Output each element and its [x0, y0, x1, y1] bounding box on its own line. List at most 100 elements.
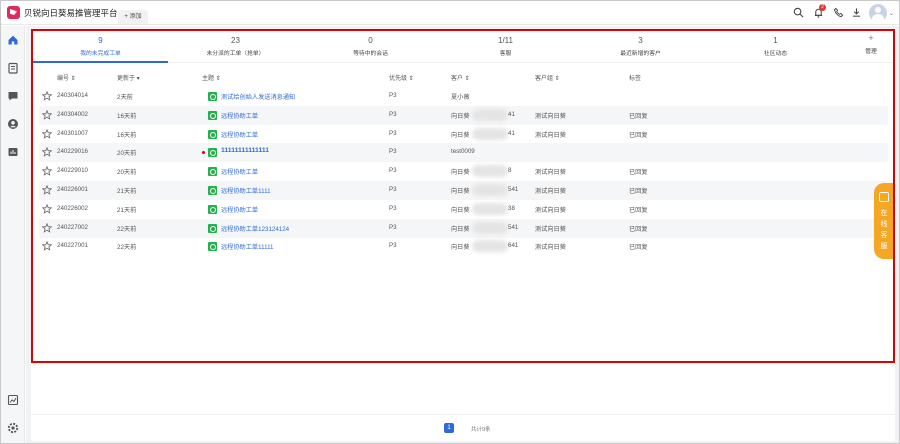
search-icon[interactable] — [793, 7, 804, 18]
table-row[interactable]: 240226002 21天前 远程协助工单 P3 向日葵 38 测试向日葵 已回复 — [39, 200, 888, 219]
column-header-subject[interactable]: 主题 ⇕ — [202, 73, 221, 82]
customer-name[interactable]: 向日葵 — [451, 242, 470, 251]
table-row[interactable]: 240227002 22天前 远程协助工单123124124 P3 向日葵 541 测试向日… — [39, 218, 888, 238]
ticket-tag: 已回复 — [629, 188, 648, 195]
chat-icon[interactable] — [7, 90, 19, 102]
table-row[interactable]: 240226001 21天前 远程协助工单1111 P3 向日葵 541 测试向日葵 已回复 — [39, 181, 888, 200]
ticket-subject-link[interactable]: 远程协助工单123124124 — [221, 224, 289, 233]
ticket-tag: 已回复 — [629, 131, 648, 139]
tab-recent-customers[interactable]: 3 最近新增的客户 — [573, 31, 708, 63]
column-header-priority[interactable]: 优先级 ⇕ — [389, 73, 414, 82]
masked-customer-name — [472, 165, 508, 178]
star-icon[interactable] — [41, 109, 53, 120]
ticket-tag: 已回复 — [629, 112, 648, 120]
masked-customer-name — [472, 108, 508, 121]
tab-label: 最近新增的客户 — [620, 51, 661, 57]
ticket-type-icon — [208, 92, 217, 101]
updated-time: 16天前 — [117, 112, 137, 120]
table-row[interactable]: 240304014 2天前 测试给创始人发送消息通知 P3 夏小薇 — [39, 87, 888, 106]
ticket-subject-link[interactable]: 测试给创始人发送消息通知 — [221, 92, 295, 101]
customer-group: 测试向日葵 — [535, 112, 566, 120]
ticket-type-icon — [208, 223, 217, 233]
tab-agents[interactable]: 1/11 客服 — [438, 31, 573, 63]
customer-name-tail: 641 — [508, 242, 519, 250]
star-icon[interactable] — [41, 90, 53, 101]
ticket-subject-link[interactable]: 远程协助工单 — [221, 167, 258, 176]
ticket-id: 240227002 — [57, 223, 88, 231]
tab-my-unfinished-tickets[interactable]: 9 我的未完成工单 — [33, 31, 168, 63]
updated-time: 20天前 — [117, 150, 137, 158]
tab-community-news[interactable]: 1 社区动态 — [708, 31, 843, 63]
summary-tabs: 9 我的未完成工单 23 未分派的工单（抢单） 0 等待中的会话 1/11 客服 3 最近… — [33, 31, 893, 63]
home-icon[interactable] — [7, 34, 19, 46]
customer-icon[interactable] — [7, 118, 19, 130]
priority: P3 — [389, 92, 397, 99]
page-1-button[interactable]: 1 — [444, 423, 454, 433]
tab-count: 1 — [773, 36, 778, 45]
column-header-customer[interactable]: 客户 ⇕ — [451, 73, 470, 82]
report-icon[interactable] — [7, 146, 19, 158]
table-row[interactable]: 240301007 16天前 远程协助工单 P3 向日葵 41 测试向日葵 已回复 — [39, 125, 888, 144]
avatar[interactable] — [869, 4, 887, 22]
ticket-subject-link[interactable]: 11111111111111 — [221, 147, 269, 154]
message-icon — [879, 192, 889, 202]
table-row[interactable]: 240229016 20天前 11111111111111 P3 test0009 — [39, 143, 888, 163]
column-header-updated[interactable]: 更新于 ▾ — [117, 73, 140, 82]
customer-name-tail: 41 — [508, 110, 515, 118]
ticket-subject-link[interactable]: 远程协助工单11111 — [221, 242, 274, 251]
stats-icon[interactable] — [7, 394, 19, 406]
online-service-label: 在线客服 — [874, 208, 894, 252]
column-header-id[interactable]: 编号 ⇕ — [57, 73, 76, 82]
total-count: 共计9条 — [471, 427, 491, 433]
plus-icon: + — [868, 33, 874, 43]
ticket-id: 240301007 — [57, 129, 88, 137]
online-service-button[interactable]: 在线客服 — [874, 183, 894, 259]
ticket-tag: 已回复 — [629, 169, 648, 177]
customer-name[interactable]: 向日葵 — [451, 224, 470, 233]
table-row[interactable]: 240304002 16天前 远程协助工单 P3 向日葵 41 测试向日葵 已回复 — [39, 105, 888, 125]
customer-name[interactable]: 向日葵 — [451, 186, 470, 195]
unread-dot — [202, 151, 205, 155]
phone-icon[interactable] — [833, 7, 844, 18]
ticket-subject-link[interactable]: 远程协助工单 — [221, 130, 258, 139]
customer-group: 测试向日葵 — [535, 206, 566, 214]
customer-name-tail: 38 — [508, 204, 515, 212]
masked-customer-name — [472, 202, 508, 215]
customer-name[interactable]: 向日葵 — [451, 205, 470, 214]
customer-name[interactable]: 向日葵 — [451, 111, 470, 120]
tab-unassigned-tickets[interactable]: 23 未分派的工单（抢单） — [168, 31, 303, 63]
ticket-type-icon — [208, 148, 217, 158]
ticket-subject-link[interactable]: 远程协助工单1111 — [221, 186, 271, 195]
online-service-char: 客 — [880, 232, 888, 239]
manage-tabs-button[interactable]: + 管理 — [851, 31, 891, 63]
updated-time: 20天前 — [117, 169, 137, 177]
customer-name-tail: 541 — [508, 186, 519, 193]
tab-label: 未分派的工单（抢单） — [206, 51, 265, 57]
customer-name[interactable]: test0009 — [451, 148, 475, 155]
star-icon[interactable] — [41, 184, 53, 195]
chevron-down-icon[interactable]: ⌄ — [889, 10, 894, 17]
priority: P3 — [389, 242, 397, 250]
settings-icon[interactable] — [7, 422, 19, 434]
download-icon[interactable] — [851, 7, 862, 18]
star-icon[interactable] — [41, 241, 53, 252]
star-icon[interactable] — [41, 165, 53, 176]
star-icon[interactable] — [41, 203, 53, 214]
ticket-subject-link[interactable]: 远程协助工单 — [221, 205, 258, 214]
star-icon[interactable] — [41, 147, 53, 158]
customer-name[interactable]: 向日葵 — [451, 130, 470, 139]
customer-name[interactable]: 向日葵 — [451, 167, 470, 176]
customer-name[interactable]: 夏小薇 — [451, 92, 470, 101]
table-row[interactable]: 240229010 20天前 远程协助工单 P3 向日葵 8 测试向日葵 已回复 — [39, 162, 888, 181]
online-service-char: 线 — [880, 221, 888, 228]
add-tab-button[interactable]: + 添加 — [118, 10, 148, 24]
tab-waiting-sessions[interactable]: 0 等待中的会话 — [303, 31, 438, 63]
ticket-subject-link[interactable]: 远程协助工单 — [221, 111, 258, 120]
star-icon[interactable] — [41, 128, 53, 139]
column-header-customer-group[interactable]: 客户组 ⇕ — [535, 73, 560, 82]
ticket-icon[interactable] — [7, 62, 19, 74]
table-row[interactable]: 240227001 22天前 远程协助工单11111 P3 向日葵 641 测试向日葵 已回复 — [39, 237, 888, 256]
star-icon[interactable] — [41, 222, 53, 233]
tab-count: 23 — [231, 36, 240, 45]
top-bar: 贝锐向日葵易推管理平台 + 添加 2 ⌄ — [1, 1, 899, 25]
